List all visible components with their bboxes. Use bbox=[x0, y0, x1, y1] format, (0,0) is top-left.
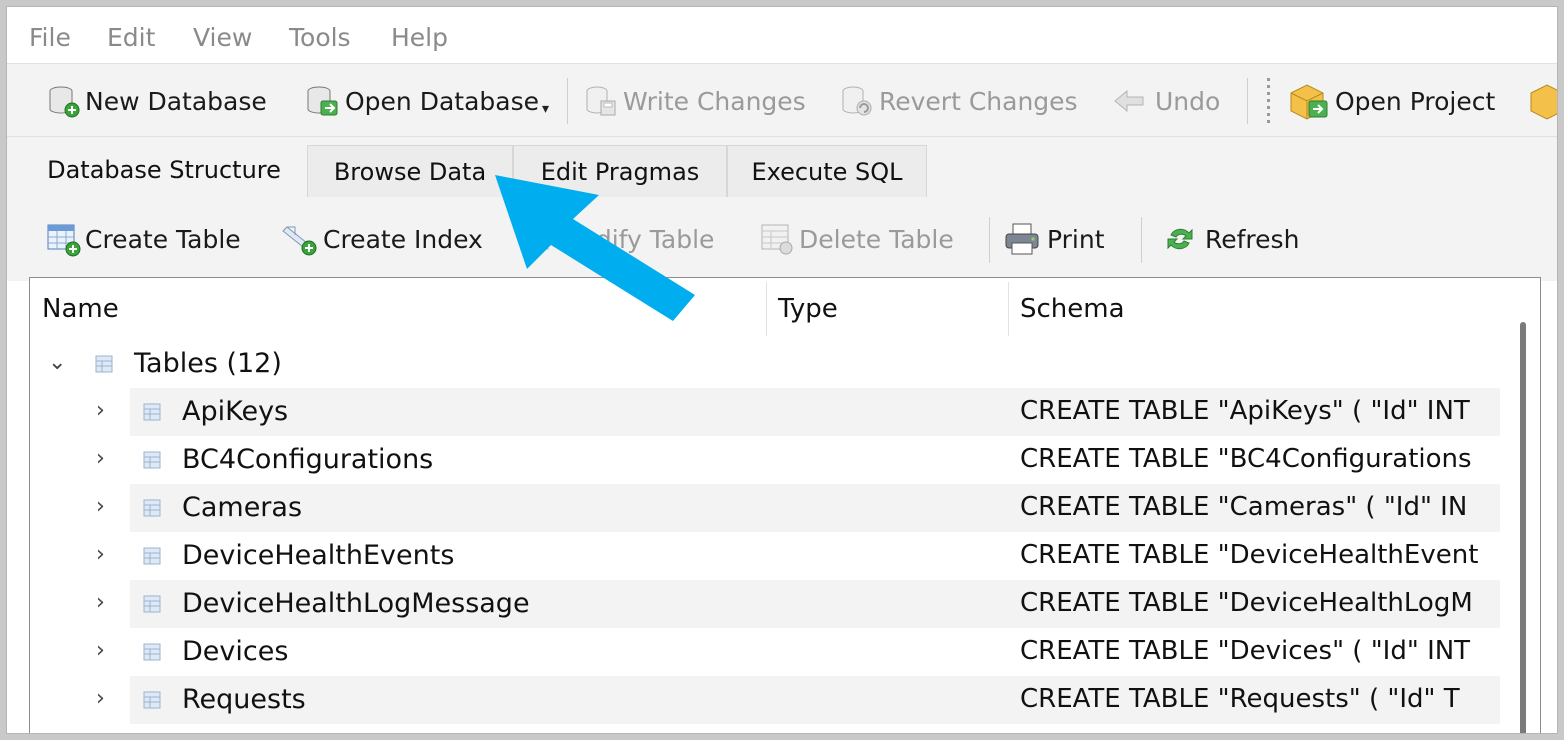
table-icon bbox=[143, 595, 161, 613]
chevron-right-icon[interactable]: › bbox=[96, 494, 105, 519]
menu-tools[interactable]: Tools bbox=[289, 23, 351, 52]
printer-icon bbox=[1005, 223, 1039, 255]
table-schema: CREATE TABLE "ApiKeys" ( "Id" INT bbox=[1020, 396, 1470, 426]
table-icon bbox=[143, 499, 161, 517]
menu-help[interactable]: Help bbox=[391, 23, 448, 52]
table-icon bbox=[143, 403, 161, 421]
menu-file[interactable]: File bbox=[29, 23, 71, 52]
modify-table-button[interactable]: Modify Table bbox=[519, 197, 714, 281]
column-header-schema[interactable]: Schema bbox=[1008, 278, 1518, 340]
table-row[interactable]: › DeviceHealthEvents CREATE TABLE "Devic… bbox=[30, 532, 1500, 580]
chevron-right-icon[interactable]: › bbox=[96, 686, 105, 711]
table-name: Devices bbox=[182, 636, 289, 667]
table-name: BC4Configurations bbox=[182, 444, 434, 475]
app-window: File Edit View Tools Help New Database O… bbox=[6, 6, 1558, 734]
overflow-project-button[interactable] bbox=[1527, 64, 1557, 138]
tree-header: Name Type Schema bbox=[30, 278, 1540, 340]
table-schema: CREATE TABLE "DeviceHealthEvent bbox=[1020, 540, 1479, 570]
table-name: DeviceHealthLogMessage bbox=[182, 588, 530, 619]
chevron-right-icon[interactable]: › bbox=[96, 542, 105, 567]
table-schema: CREATE TABLE "Devices" ( "Id" INT bbox=[1020, 636, 1471, 666]
create-index-icon bbox=[282, 226, 317, 256]
menu-edit[interactable]: Edit bbox=[107, 23, 155, 52]
table-schema: CREATE TABLE "BC4Configurations bbox=[1020, 444, 1472, 474]
undo-button[interactable]: Undo bbox=[1111, 64, 1220, 138]
new-database-button[interactable]: New Database bbox=[45, 64, 267, 138]
tree-group-label: Tables (12) bbox=[134, 348, 282, 379]
table-row[interactable]: › Devices CREATE TABLE "Devices" ( "Id" … bbox=[30, 628, 1500, 676]
tab-database-structure[interactable]: Database Structure bbox=[21, 141, 307, 197]
refresh-icon bbox=[1167, 228, 1193, 250]
table-icon bbox=[143, 451, 161, 469]
project-icon bbox=[1530, 84, 1557, 120]
chevron-right-icon[interactable]: › bbox=[96, 446, 105, 471]
table-icon bbox=[95, 355, 113, 373]
table-name: Requests bbox=[182, 684, 306, 715]
modify-table-icon bbox=[521, 224, 549, 250]
create-index-button[interactable]: Create Index bbox=[279, 197, 483, 281]
chevron-down-icon[interactable]: ▾ bbox=[542, 101, 549, 117]
vertical-scrollbar[interactable] bbox=[1520, 322, 1526, 733]
table-name: ApiKeys bbox=[182, 396, 289, 427]
toolbar-separator bbox=[989, 217, 990, 263]
menu-bar: File Edit View Tools Help bbox=[7, 7, 1557, 63]
open-database-icon bbox=[307, 86, 338, 116]
tab-execute-sql[interactable]: Execute SQL bbox=[727, 145, 927, 197]
table-row[interactable]: › DeviceHealthLogMessage CREATE TABLE "D… bbox=[30, 580, 1500, 628]
open-project-icon bbox=[1290, 84, 1328, 120]
column-header-name[interactable]: Name bbox=[30, 278, 766, 340]
chevron-right-icon[interactable]: › bbox=[96, 638, 105, 663]
table-row[interactable]: › Cameras CREATE TABLE "Cameras" ( "Id" … bbox=[30, 484, 1500, 532]
toolbar-grip[interactable] bbox=[1267, 78, 1270, 124]
main-toolbar: New Database Open Database ▾ Write Chang… bbox=[7, 63, 1557, 137]
table-icon bbox=[143, 547, 161, 565]
table-row[interactable]: › ApiKeys CREATE TABLE "ApiKeys" ( "Id" … bbox=[30, 388, 1500, 436]
open-database-button[interactable]: Open Database ▾ bbox=[303, 64, 549, 138]
delete-table-icon bbox=[761, 224, 793, 255]
chevron-right-icon[interactable]: › bbox=[96, 398, 105, 423]
toolbar-separator bbox=[1247, 78, 1248, 124]
database-structure-tree[interactable]: Name Type Schema ⌄ Tables (12) › ApiKeys… bbox=[29, 277, 1541, 733]
menu-view[interactable]: View bbox=[193, 23, 252, 52]
structure-toolbar: Create Table Create Index Modify Table D… bbox=[7, 197, 1557, 281]
tab-bar: Database Structure Browse Data Edit Prag… bbox=[7, 137, 1557, 197]
tab-browse-data[interactable]: Browse Data bbox=[307, 145, 513, 197]
table-schema: CREATE TABLE "Cameras" ( "Id" IN bbox=[1020, 492, 1468, 522]
chevron-right-icon[interactable]: › bbox=[96, 590, 105, 615]
create-table-icon bbox=[47, 224, 81, 257]
toolbar-separator bbox=[567, 78, 568, 124]
write-changes-icon bbox=[586, 86, 616, 116]
column-header-type[interactable]: Type bbox=[766, 278, 1008, 340]
chevron-down-icon[interactable]: ⌄ bbox=[48, 350, 66, 375]
table-row[interactable]: › Requests CREATE TABLE "Requests" ( "Id… bbox=[30, 676, 1500, 724]
revert-changes-button[interactable]: Revert Changes bbox=[839, 64, 1078, 138]
table-name: DeviceHealthEvents bbox=[182, 540, 455, 571]
delete-table-button[interactable]: Delete Table bbox=[759, 197, 954, 281]
tree-group-tables[interactable]: ⌄ Tables (12) bbox=[30, 340, 1500, 388]
table-icon bbox=[143, 691, 161, 709]
create-table-button[interactable]: Create Table bbox=[45, 197, 241, 281]
table-row[interactable]: › BC4Configurations CREATE TABLE "BC4Con… bbox=[30, 436, 1500, 484]
table-schema: CREATE TABLE "DeviceHealthLogM bbox=[1020, 588, 1473, 618]
revert-changes-icon bbox=[842, 86, 872, 116]
toolbar-separator bbox=[1141, 217, 1142, 263]
table-icon bbox=[143, 643, 161, 661]
new-database-icon bbox=[49, 86, 80, 118]
undo-arrow-icon bbox=[1114, 89, 1144, 113]
table-name: Cameras bbox=[182, 492, 303, 523]
print-button[interactable]: Print bbox=[1003, 197, 1105, 281]
refresh-button[interactable]: Refresh bbox=[1161, 197, 1299, 281]
table-schema: CREATE TABLE "Requests" ( "Id" T bbox=[1020, 684, 1460, 714]
open-project-button[interactable]: Open Project bbox=[1287, 64, 1495, 138]
write-changes-button[interactable]: Write Changes bbox=[583, 64, 806, 138]
tab-edit-pragmas[interactable]: Edit Pragmas bbox=[513, 145, 727, 197]
